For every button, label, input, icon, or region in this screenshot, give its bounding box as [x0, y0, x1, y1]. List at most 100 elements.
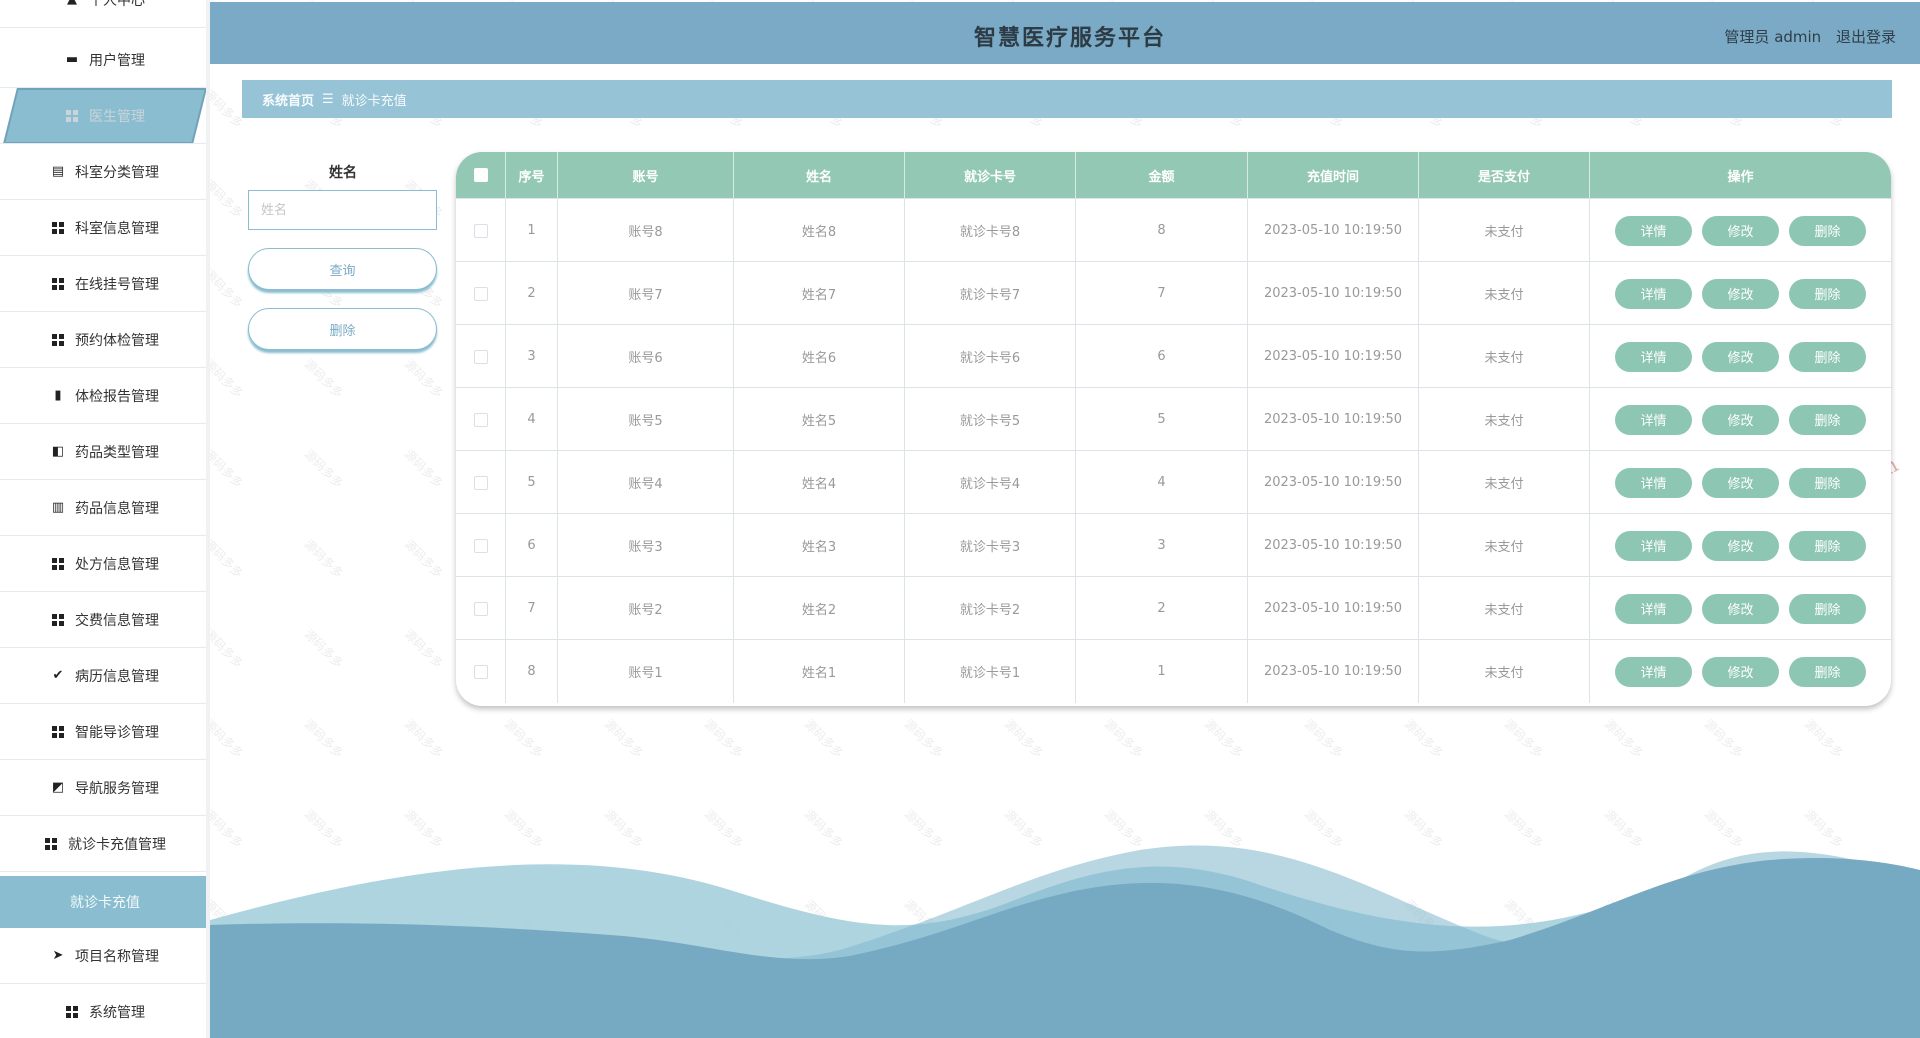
sidebar-item-10[interactable]: 交费信息管理 [0, 592, 206, 648]
delete-row-button[interactable]: 删除 [1789, 278, 1866, 309]
query-button[interactable]: 查询 [248, 248, 437, 290]
cell-time: 2023-05-10 10:19:50 [1248, 325, 1419, 388]
edit-button[interactable]: 修改 [1702, 530, 1779, 561]
delete-row-button[interactable]: 删除 [1789, 593, 1866, 624]
cell-idx: 7 [506, 577, 558, 640]
row-checkbox[interactable] [473, 664, 488, 679]
table-header: 序号 账号 姓名 就诊卡号 金额 充值时间 是否支付 操作 [456, 152, 1891, 198]
sidebar-item-label: 科室信息管理 [75, 220, 159, 237]
sidebar-item-0[interactable]: ▬ 用户管理 [0, 32, 206, 88]
sidebar-item-14[interactable]: 就诊卡充值管理 [0, 816, 206, 872]
cell-name: 姓名4 [734, 451, 905, 514]
watermark-text: 源码多多 [601, 716, 646, 761]
select-all-checkbox-cell[interactable] [456, 152, 506, 198]
grid-icon [51, 613, 65, 627]
cell-card: 就诊卡号5 [905, 388, 1076, 451]
cell-account: 账号5 [558, 388, 734, 451]
detail-button[interactable]: 详情 [1615, 530, 1692, 561]
sidebar-item-15[interactable]: ➤ 项目名称管理 [0, 928, 206, 984]
edit-button[interactable]: 修改 [1702, 341, 1779, 372]
edit-button[interactable]: 修改 [1702, 278, 1779, 309]
sidebar-item-6[interactable]: ▮ 体检报告管理 [0, 368, 206, 424]
delete-row-button[interactable]: 删除 [1789, 404, 1866, 435]
detail-button[interactable]: 详情 [1615, 467, 1692, 498]
cell-name: 姓名6 [734, 325, 905, 388]
delete-row-button[interactable]: 删除 [1789, 467, 1866, 498]
sidebar-item-label: 在线挂号管理 [75, 276, 159, 293]
sidebar-item-label: 科室分类管理 [75, 164, 159, 181]
sidebar-item-4[interactable]: 在线挂号管理 [0, 256, 206, 312]
cell-time: 2023-05-10 10:19:50 [1248, 577, 1419, 640]
column-header: 金额 [1076, 152, 1248, 198]
breadcrumb-home[interactable]: 系统首页 [262, 90, 314, 109]
edit-button[interactable]: 修改 [1702, 467, 1779, 498]
briefcase-icon: ▬ [65, 52, 79, 67]
cell-idx: 1 [506, 199, 558, 262]
edit-button[interactable]: 修改 [1702, 404, 1779, 435]
cell-card: 就诊卡号7 [905, 262, 1076, 325]
row-checkbox[interactable] [473, 349, 488, 364]
delete-row-button[interactable]: 删除 [1789, 656, 1866, 687]
sidebar-item-9[interactable]: 处方信息管理 [0, 536, 206, 592]
sidebar-item-16[interactable]: 系统管理 [0, 984, 206, 1038]
cell-card: 就诊卡号2 [905, 577, 1076, 640]
watermark-text: 源码多多 [301, 716, 346, 761]
detail-button[interactable]: 详情 [1615, 215, 1692, 246]
delete-row-button[interactable]: 删除 [1789, 530, 1866, 561]
row-checkbox[interactable] [473, 412, 488, 427]
row-checkbox[interactable] [473, 601, 488, 616]
sidebar-subitem-card-recharge[interactable]: 就诊卡充值 [0, 876, 206, 928]
sidebar-item-13[interactable]: ◩ 导航服务管理 [0, 760, 206, 816]
sidebar-item-1[interactable]: 医生管理 [0, 88, 206, 144]
sidebar-item-5[interactable]: 预约体检管理 [0, 312, 206, 368]
logout-link[interactable]: 退出登录 [1836, 28, 1896, 46]
table-row: 6 账号3 姓名3 就诊卡号3 3 2023-05-10 10:19:50 未支付 详情 修改删… [456, 513, 1891, 577]
watermark-text: 源码多多 [401, 536, 446, 581]
table-row: 1 账号8 姓名8 就诊卡号8 8 2023-05-10 10:19:50 未支付 详情 修改删… [456, 198, 1891, 262]
sidebar-item-3[interactable]: 科室信息管理 [0, 200, 206, 256]
sidebar-item-7[interactable]: ◧ 药品类型管理 [0, 424, 206, 480]
delete-button[interactable]: 删除 [248, 308, 437, 350]
search-name-input[interactable] [248, 190, 437, 230]
sidebar-item-label: 系统管理 [89, 1004, 145, 1021]
sidebar-item-label: 医生管理 [89, 108, 145, 125]
cell-paid: 未支付 [1419, 199, 1590, 262]
sidebar-item-label: 药品信息管理 [75, 500, 159, 517]
user-info: 管理员 admin 退出登录 [1724, 26, 1896, 47]
sidebar-item-8[interactable]: ▥ 药品信息管理 [0, 480, 206, 536]
edit-button[interactable]: 修改 [1702, 593, 1779, 624]
column-header: 序号 [506, 152, 558, 198]
watermark-text: 源码多多 [401, 356, 446, 401]
ticket-icon: ◧ [51, 444, 65, 459]
column-header: 充值时间 [1248, 152, 1419, 198]
edit-button[interactable]: 修改 [1702, 215, 1779, 246]
grid-icon [51, 221, 65, 235]
detail-button[interactable]: 详情 [1615, 278, 1692, 309]
sidebar-item-11[interactable]: ✔ 病历信息管理 [0, 648, 206, 704]
detail-button[interactable]: 详情 [1615, 404, 1692, 435]
watermark-text: 源码多多 [301, 536, 346, 581]
send-icon: ➤ [52, 948, 64, 963]
row-checkbox[interactable] [473, 223, 488, 238]
cell-time: 2023-05-10 10:19:50 [1248, 199, 1419, 262]
sidebar-item-2[interactable]: ▤ 科室分类管理 [0, 144, 206, 200]
sidebar-item-12[interactable]: 智能导诊管理 [0, 704, 206, 760]
row-checkbox[interactable] [473, 475, 488, 490]
detail-button[interactable]: 详情 [1615, 341, 1692, 372]
row-checkbox[interactable] [473, 286, 488, 301]
detail-button[interactable]: 详情 [1615, 656, 1692, 687]
cell-card: 就诊卡号8 [905, 199, 1076, 262]
table-row: 5 账号4 姓名4 就诊卡号4 4 2023-05-10 10:19:50 未支付 详情 修改删… [456, 450, 1891, 514]
watermark-text: 源码多多 [301, 356, 346, 401]
edit-button[interactable]: 修改 [1702, 656, 1779, 687]
select-all-checkbox[interactable] [473, 168, 488, 182]
delete-row-button[interactable]: 删除 [1789, 215, 1866, 246]
row-actions: 详情 修改 删除 [1590, 262, 1891, 325]
cell-idx: 8 [506, 640, 558, 703]
recharge-table: 序号 账号 姓名 就诊卡号 金额 充值时间 是否支付 操作 1 账号8 姓名8 就诊卡号8 8 2023… [456, 152, 1891, 706]
cell-name: 姓名2 [734, 577, 905, 640]
detail-button[interactable]: 详情 [1615, 593, 1692, 624]
sidebar-item-personal-center[interactable]: ▲ 个人中心 [0, 0, 206, 28]
row-checkbox[interactable] [473, 538, 488, 553]
delete-row-button[interactable]: 删除 [1789, 341, 1866, 372]
